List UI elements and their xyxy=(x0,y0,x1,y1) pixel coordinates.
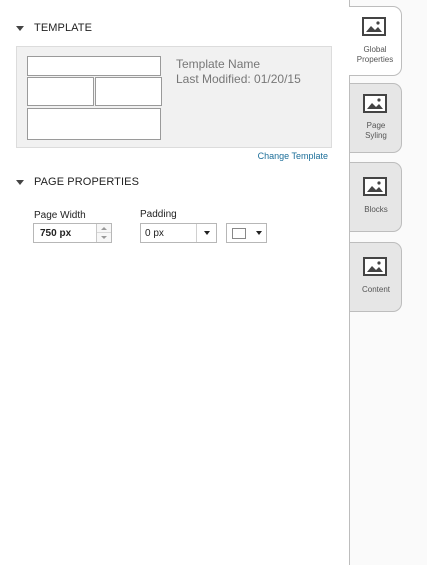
border-style-swatch xyxy=(232,228,246,239)
template-section-header[interactable]: TEMPLATE xyxy=(16,22,92,34)
chevron-down-icon xyxy=(204,231,210,235)
padding-select[interactable]: 0 px xyxy=(140,223,217,243)
change-template-link[interactable]: Change Template xyxy=(258,151,328,161)
tab-label: Content xyxy=(361,285,391,294)
caret-down-icon xyxy=(16,179,24,185)
template-name: Template Name xyxy=(176,57,261,71)
template-layout-footer-block xyxy=(27,108,161,140)
padding-value: 0 px xyxy=(145,228,164,239)
increment-button[interactable] xyxy=(97,224,111,233)
properties-panel: TEMPLATE Template Name Last Modified: 01… xyxy=(0,0,349,565)
padding-dropdown-button[interactable] xyxy=(196,224,216,242)
image-icon xyxy=(363,94,387,113)
tab-label-line1: Page xyxy=(366,121,386,130)
side-tabs: Global Properties Page Syling Blocks Con… xyxy=(349,0,427,565)
image-icon xyxy=(363,257,387,276)
tab-label: Blocks xyxy=(364,205,388,214)
border-style-select[interactable] xyxy=(226,223,267,243)
tab-label-line2: Properties xyxy=(356,55,394,64)
template-layout-right-block xyxy=(95,77,162,106)
arrow-up-icon xyxy=(101,226,107,230)
tab-content[interactable]: Content xyxy=(350,242,402,312)
page-properties-section-header[interactable]: PAGE PROPERTIES xyxy=(16,176,139,188)
tab-blocks[interactable]: Blocks xyxy=(350,162,402,232)
page-properties-section-title: PAGE PROPERTIES xyxy=(34,176,140,188)
page-width-stepper[interactable]: 750 px xyxy=(33,223,112,243)
caret-down-icon xyxy=(16,25,24,31)
page-width-label: Page Width xyxy=(34,210,86,221)
page-width-value[interactable]: 750 px xyxy=(40,228,71,239)
decrement-button[interactable] xyxy=(97,233,111,242)
tab-global-properties[interactable]: Global Properties xyxy=(349,6,402,76)
padding-label: Padding xyxy=(140,209,177,220)
chevron-down-icon xyxy=(256,231,262,235)
template-preview xyxy=(16,46,332,148)
tab-label-line2: Syling xyxy=(365,131,387,140)
tab-label-line1: Global xyxy=(363,45,387,54)
stepper-buttons xyxy=(96,224,111,242)
template-last-modified: Last Modified: 01/20/15 xyxy=(176,72,301,86)
arrow-down-icon xyxy=(101,236,107,239)
image-icon xyxy=(362,17,386,36)
tab-page-styling[interactable]: Page Syling xyxy=(350,83,402,153)
image-icon xyxy=(363,177,387,196)
template-section-title: TEMPLATE xyxy=(34,22,93,34)
template-layout-header-block xyxy=(27,56,161,76)
template-layout-left-block xyxy=(27,77,94,106)
